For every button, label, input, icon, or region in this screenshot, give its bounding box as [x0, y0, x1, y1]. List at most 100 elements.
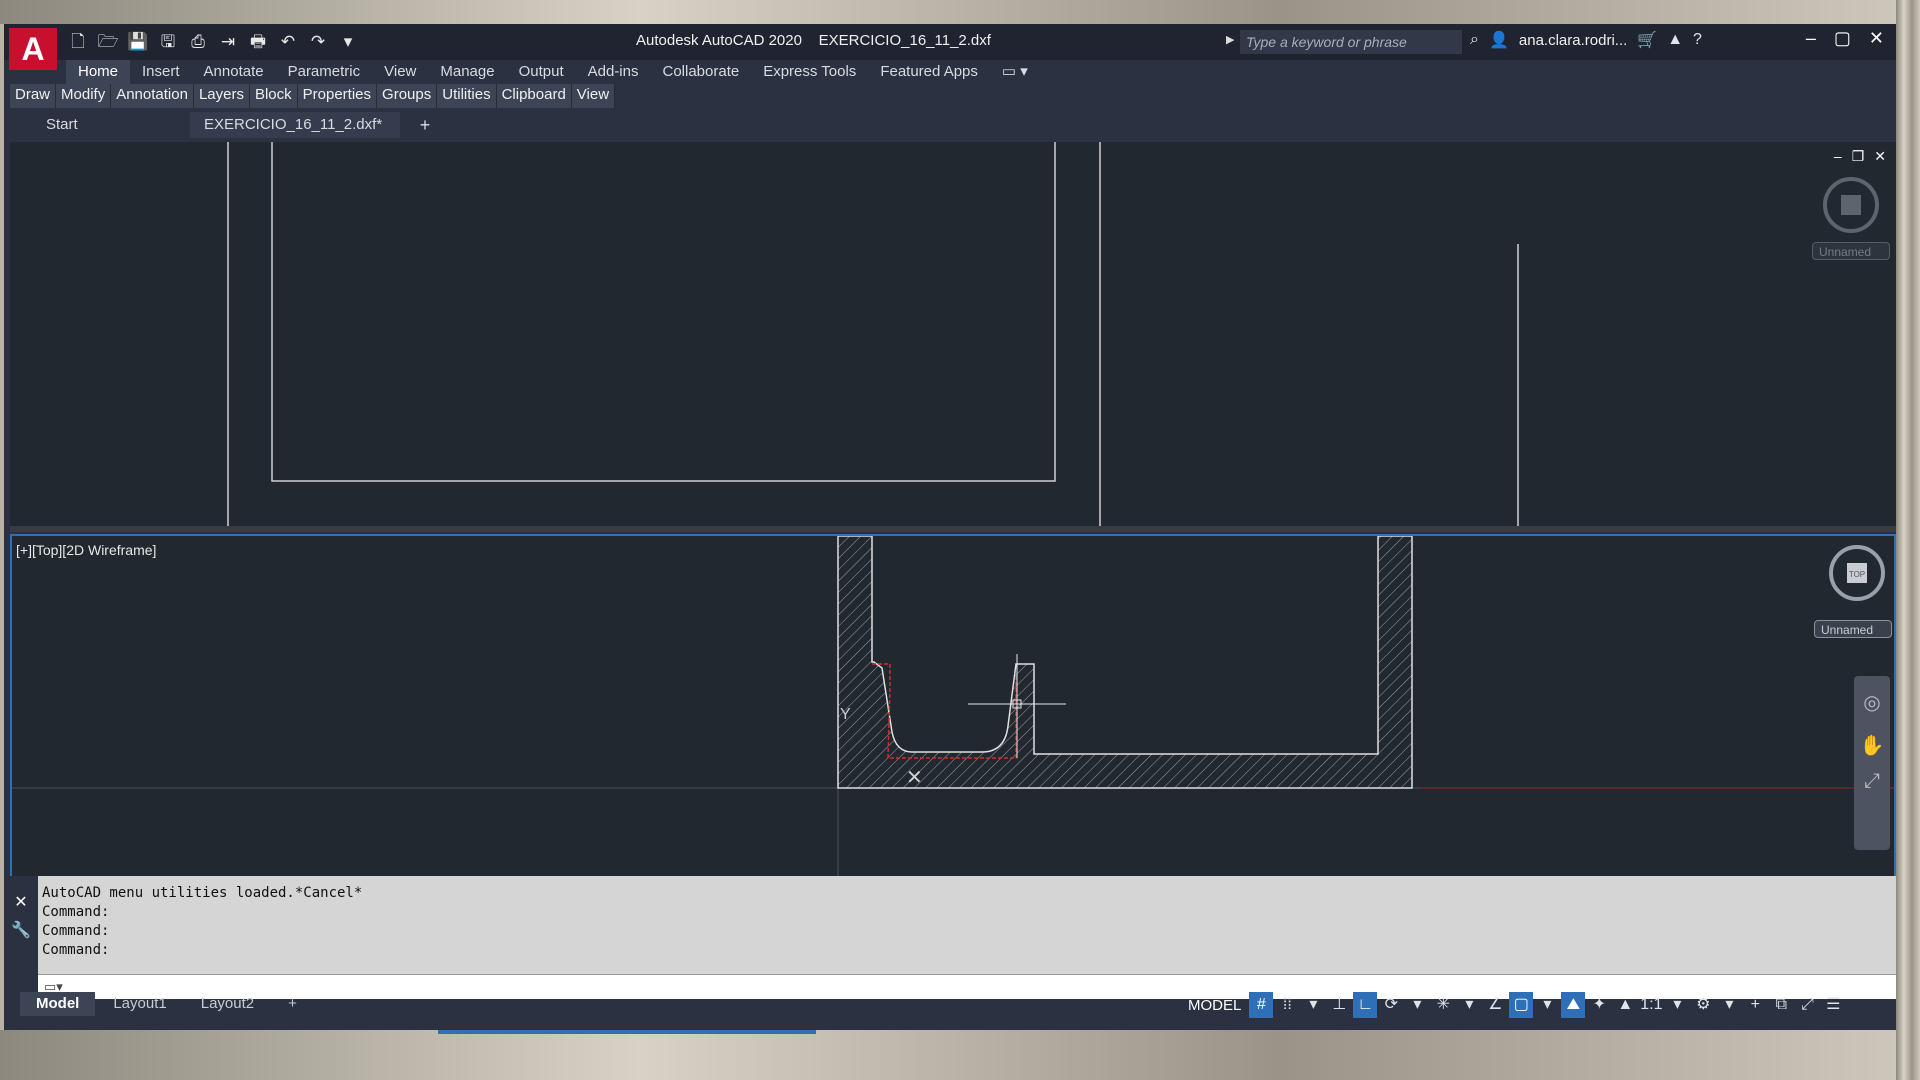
object-snap-tracking-icon[interactable]: ∠ — [1483, 992, 1507, 1018]
pan-icon[interactable]: ✋ — [1854, 733, 1890, 758]
plot-icon[interactable]: ⎙ — [186, 30, 210, 54]
undo-icon[interactable]: ↶ — [276, 30, 300, 54]
tab-manage[interactable]: Manage — [428, 60, 506, 84]
window-controls: – ▢ ✕ — [1806, 28, 1884, 49]
add-layout-button[interactable]: + — [272, 992, 313, 1016]
ucs-menu-top[interactable]: Unnamed — [1812, 242, 1890, 260]
tab-collaborate[interactable]: Collaborate — [650, 60, 751, 84]
user-icon[interactable]: 👤 — [1489, 30, 1509, 50]
close-icon[interactable]: ✕ — [1869, 28, 1884, 49]
clean-screen-icon[interactable]: ⤢ — [1795, 992, 1819, 1018]
maximize-icon[interactable]: ▢ — [1834, 28, 1851, 49]
command-line-handle: ✕ 🔧 — [4, 876, 38, 996]
tab-featured-apps[interactable]: Featured Apps — [868, 60, 990, 84]
panel-annotation[interactable]: Annotation — [111, 84, 194, 108]
snap-dropdown-icon[interactable]: ▾ — [1301, 992, 1325, 1018]
save-icon[interactable]: 💾 — [126, 30, 150, 54]
command-window: ✕ 🔧 AutoCAD menu utilities loaded.*Cance… — [4, 876, 1896, 999]
viewcube-top[interactable] — [1820, 174, 1882, 236]
tab-add-ins[interactable]: Add-ins — [576, 60, 651, 84]
panel-utilities[interactable]: Utilities — [437, 84, 497, 108]
svg-text:✕: ✕ — [906, 767, 923, 789]
annotation-scale-value[interactable]: 1:1 — [1639, 992, 1663, 1018]
auto-scale-icon[interactable]: ✦ — [1587, 992, 1611, 1018]
tab-document[interactable]: EXERCICIO_16_11_2.dxf* ✕ — [190, 112, 400, 159]
print-icon[interactable]: 🖶 — [246, 30, 270, 54]
workspace-dropdown-icon[interactable]: ▾ — [1717, 992, 1741, 1018]
import-icon[interactable]: ⇥ — [216, 30, 240, 54]
panel-modify[interactable]: Modify — [56, 84, 112, 108]
annotation-visibility-icon[interactable]: ⛰ — [1561, 992, 1586, 1018]
binoculars-icon[interactable]: ⌕ — [1470, 31, 1479, 49]
viewport-minimize-icon[interactable]: – — [1834, 148, 1842, 165]
open-icon[interactable]: 🗁 — [96, 30, 120, 54]
customization-menu-icon[interactable]: ☰ — [1821, 992, 1845, 1018]
annotation-scale-dropdown-icon[interactable]: ▾ — [1665, 992, 1689, 1018]
object-snap-dropdown-icon[interactable]: ▾ — [1535, 992, 1559, 1018]
panel-view[interactable]: View — [572, 84, 616, 108]
panel-clipboard[interactable]: Clipboard — [497, 84, 572, 108]
viewcube[interactable]: TOP — [1826, 542, 1888, 604]
snap-icon[interactable]: ⁞⁞ — [1275, 992, 1299, 1018]
tab-layout2[interactable]: Layout2 — [185, 992, 270, 1016]
ribbon-toggle-icon[interactable]: ▭ ▾ — [990, 60, 1040, 84]
customize-icon[interactable]: ▾ — [336, 30, 360, 54]
tab-parametric[interactable]: Parametric — [276, 60, 373, 84]
tab-view[interactable]: View — [372, 60, 428, 84]
drawing-top — [227, 142, 1519, 526]
tab-annotate[interactable]: Annotate — [192, 60, 276, 84]
command-history-line: Command: — [42, 923, 110, 939]
cart-icon[interactable]: 🛒 — [1637, 30, 1657, 50]
tab-start[interactable]: Start — [10, 112, 160, 138]
search-expand-icon[interactable]: ▶ — [1226, 33, 1234, 46]
autocad-window: A 🗋 🗁 💾 🖫 ⎙ ⇥ 🖶 ↶ ↷ ▾ Autodesk AutoCAD 2… — [4, 24, 1896, 1034]
application-menu-button[interactable]: A — [9, 28, 57, 70]
viewport-restore-icon[interactable]: ❐ — [1852, 148, 1865, 165]
help-icon[interactable]: ? — [1693, 31, 1702, 49]
panel-block[interactable]: Block — [250, 84, 298, 108]
model-space-button[interactable]: MODEL — [1182, 997, 1247, 1014]
close-command-icon[interactable]: ✕ — [4, 892, 38, 912]
polar-icon[interactable]: ⟳ — [1379, 992, 1403, 1018]
viewport-top[interactable]: – ❐ ✕ Unnamed — [10, 142, 1896, 532]
user-name[interactable]: ana.clara.rodri... — [1519, 32, 1627, 49]
redo-icon[interactable]: ↷ — [306, 30, 330, 54]
isolate-objects-icon[interactable]: ⧉ — [1769, 992, 1793, 1018]
ucs-menu[interactable]: Unnamed — [1814, 620, 1892, 638]
search-input[interactable]: Type a keyword or phrase — [1240, 30, 1462, 54]
tab-model[interactable]: Model — [20, 992, 96, 1016]
isodraft-dropdown-icon[interactable]: ▾ — [1457, 992, 1481, 1018]
new-icon[interactable]: 🗋 — [66, 30, 90, 54]
workspace-gear-icon[interactable]: ⚙ — [1691, 992, 1715, 1018]
tab-home[interactable]: Home — [66, 60, 131, 84]
taskbar-indicator — [438, 1030, 816, 1034]
tab-layout1[interactable]: Layout1 — [97, 992, 182, 1016]
save-as-icon[interactable]: 🖫 — [156, 30, 180, 54]
infer-constraints-icon[interactable]: ⊥ — [1327, 992, 1351, 1018]
a360-icon[interactable]: ▲ — [1667, 31, 1683, 49]
annotation-scale-icon[interactable]: ▲ — [1613, 992, 1637, 1018]
panel-draw[interactable]: Draw — [10, 84, 57, 108]
ortho-icon[interactable]: ∟ — [1353, 992, 1378, 1018]
customize-command-icon[interactable]: 🔧 — [4, 920, 38, 940]
minimize-icon[interactable]: – — [1806, 28, 1816, 49]
annotation-monitor-icon[interactable]: + — [1743, 992, 1767, 1018]
add-tab-button[interactable]: + — [410, 112, 440, 138]
polar-dropdown-icon[interactable]: ▾ — [1405, 992, 1429, 1018]
file-tabs: Start EXERCICIO_16_11_2.dxf* ✕ + — [10, 110, 1896, 159]
tab-insert[interactable]: Insert — [130, 60, 192, 84]
grid-icon[interactable]: # — [1249, 992, 1274, 1018]
object-snap-icon[interactable]: ▢ — [1509, 992, 1534, 1018]
panel-layers[interactable]: Layers — [194, 84, 250, 108]
tab-output[interactable]: Output — [507, 60, 576, 84]
viewport-close-icon[interactable]: ✕ — [1874, 148, 1886, 165]
tab-express-tools[interactable]: Express Tools — [751, 60, 868, 84]
isodraft-icon[interactable]: ✳ — [1431, 992, 1455, 1018]
viewport-bottom[interactable]: [+][Top][2D Wireframe] Y ✕ TOP Unnamed ◎… — [10, 534, 1896, 894]
panel-groups[interactable]: Groups — [377, 84, 438, 108]
steering-wheel-icon[interactable]: ◎ — [1854, 690, 1890, 715]
title-bar: A 🗋 🗁 💾 🖫 ⎙ ⇥ 🖶 ↶ ↷ ▾ Autodesk AutoCAD 2… — [4, 24, 1896, 70]
zoom-extents-icon[interactable]: ⤢ — [1854, 770, 1890, 793]
panel-properties[interactable]: Properties — [298, 84, 378, 108]
svg-text:Y: Y — [840, 706, 851, 723]
